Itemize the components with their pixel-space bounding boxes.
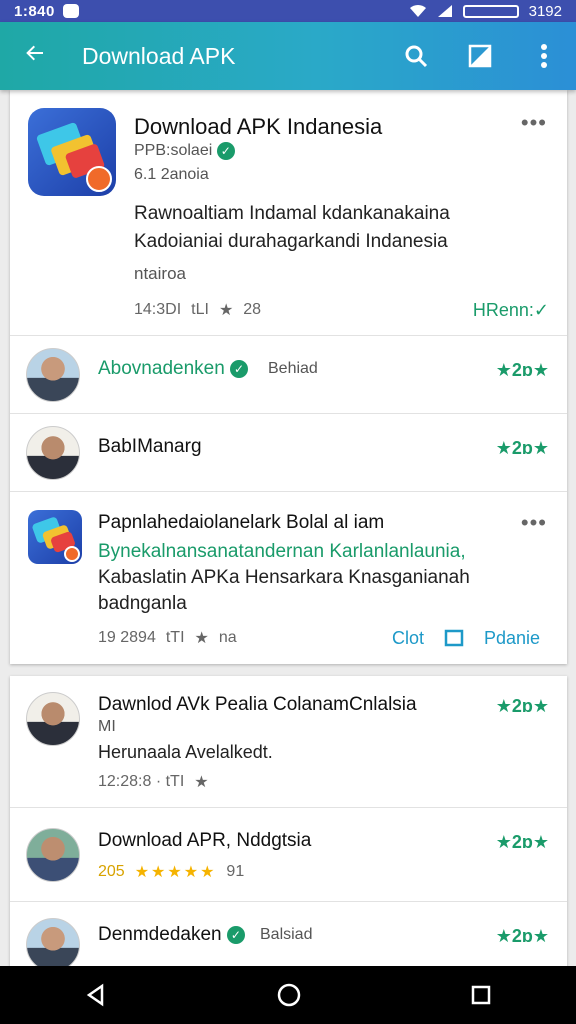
comment-icon[interactable] — [444, 629, 464, 649]
post-title: Papnlahedaiolanelark Bolal al iam — [98, 512, 385, 533]
reviewer-tag: Behiad — [268, 360, 318, 377]
avatar — [26, 692, 80, 746]
verified-icon: ✓ — [226, 925, 245, 944]
page-title: Download APK — [82, 42, 236, 69]
list-item[interactable]: Denmdedaken ✓ Balsiad ★2ɒ★ — [10, 902, 567, 976]
post-meta: 19 2894 tTI ★ na — [98, 628, 237, 648]
edit-button[interactable] — [448, 44, 512, 68]
post-more-button[interactable]: ••• — [521, 510, 547, 536]
verified-icon: ✓ — [216, 142, 235, 160]
avatar — [26, 918, 80, 972]
post-actions: Clot Pdanie — [392, 628, 540, 649]
item-rating: ★2ɒ★ — [495, 926, 549, 946]
post-line-2: Kabaslatin APKa Hensarkara Knasganianah — [98, 567, 470, 588]
item-count: 91 — [226, 863, 245, 880]
app-meta-date: 14:3DI — [134, 301, 182, 318]
system-nav-bar — [0, 966, 576, 1024]
overflow-menu-button[interactable] — [512, 43, 576, 69]
item-score: 205 — [98, 863, 125, 880]
item-title: Denmdedaken ✓ — [98, 924, 245, 946]
app-tag: ntairoa — [134, 264, 186, 283]
nav-recents-icon[interactable] — [470, 984, 492, 1006]
star-icon: ★ — [194, 630, 209, 647]
item-rating: ★2ɒ★ — [495, 832, 549, 852]
star-icon: ★ — [194, 774, 209, 791]
wifi-icon — [409, 4, 426, 17]
reviewer-rating: ★2ɒ★ — [495, 360, 549, 380]
verified-icon: ✓ — [230, 359, 249, 378]
avatar — [26, 426, 80, 480]
post-line-1: Bynekalnansanatandernan Karlanlanlaunia, — [98, 541, 466, 562]
app-description-1: Rawnoaltiam Indamal kdankanakaina — [134, 203, 450, 224]
avatar — [26, 348, 80, 402]
reviewer-rating: ★2ɒ★ — [495, 438, 549, 458]
post-action-button[interactable]: Clot — [392, 628, 424, 649]
item-title: Download APR, Nddgtsia — [98, 830, 312, 851]
status-battery-text: 3192 — [528, 2, 562, 20]
item-meta-text: 12:28:8 · tTI — [98, 773, 185, 790]
search-button[interactable] — [384, 43, 448, 69]
search-icon — [405, 45, 428, 68]
app-bar: Download APK — [0, 22, 576, 90]
notification-icon — [62, 4, 79, 18]
more-vertical-icon — [541, 44, 547, 68]
main-card: Download APK Indanesia ••• PPB:solaei ✓ … — [10, 90, 567, 664]
app-more-button[interactable]: ••• — [521, 110, 547, 136]
list-item[interactable]: Abovnadenken ✓ Behiad ★2ɒ★ — [10, 336, 567, 414]
item-rating: ★2ɒ★ — [495, 696, 549, 716]
star-icon: ★ — [218, 302, 234, 319]
app-version: 6.1 2anoia — [134, 166, 209, 183]
app-meta: 14:3DI tLI ★ 28 — [134, 300, 261, 320]
list-item[interactable]: BabIManarg ★2ɒ★ — [10, 414, 567, 492]
post-share-button[interactable]: Pdanie — [484, 628, 540, 649]
item-desc: Herunaala Avelalkedt. — [98, 742, 273, 762]
back-arrow-icon — [26, 45, 43, 61]
app-logo-icon — [28, 510, 82, 564]
post-meta-date: 19 2894 — [98, 629, 156, 646]
list-item[interactable]: Dawnlod AVk Pealia ColanamCnlalsia ★2ɒ★ … — [10, 676, 567, 808]
item-sub: MI — [98, 718, 116, 735]
post-meta-sep: tTI — [165, 629, 185, 646]
item-title: Dawnlod AVk Pealia ColanamCnlalsia — [98, 694, 417, 715]
post-meta-extra: na — [218, 629, 237, 646]
app-title: Download APK Indanesia — [134, 114, 383, 139]
reviewer-name: BabIManarg — [98, 436, 202, 457]
app-meta-sep: tLI — [191, 301, 209, 318]
status-time: 1:840 — [14, 2, 55, 20]
nav-home-icon[interactable] — [276, 982, 302, 1008]
avatar — [26, 828, 80, 882]
app-meta-rating: 28 — [243, 301, 262, 318]
item-tag: Balsiad — [260, 926, 313, 943]
app-description-2: Kadoianiai durahagarkandi Indanesia — [134, 231, 448, 252]
edit-icon — [468, 44, 492, 68]
nav-back-icon[interactable] — [84, 983, 108, 1007]
list-item[interactable]: Download APR, Nddgtsia ★2ɒ★ 205 ★★★★★ 91 — [10, 808, 567, 902]
app-header-section[interactable]: Download APK Indanesia ••• PPB:solaei ✓ … — [10, 90, 567, 336]
app-developer: PPB:solaei ✓ — [134, 142, 235, 160]
post-item[interactable]: Papnlahedaiolanelark Bolal al iam ••• By… — [10, 492, 567, 664]
item-meta: 12:28:8 · tTI ★ — [98, 772, 209, 792]
signal-icon — [437, 5, 452, 17]
status-bar: 1:840 3192 — [0, 0, 576, 22]
reviewer-name: Abovnadenken ✓ — [98, 358, 249, 380]
post-line-3: badnganla — [98, 593, 187, 614]
back-button[interactable] — [0, 39, 70, 73]
battery-icon — [462, 4, 519, 18]
install-button[interactable]: HRenn:✓ — [473, 300, 549, 321]
item-meta: 205 ★★★★★ 91 — [98, 862, 244, 882]
star-rating-icon: ★★★★★ — [134, 864, 217, 881]
app-logo-icon — [28, 108, 116, 196]
secondary-card: Dawnlod AVk Pealia ColanamCnlalsia ★2ɒ★ … — [10, 676, 567, 976]
